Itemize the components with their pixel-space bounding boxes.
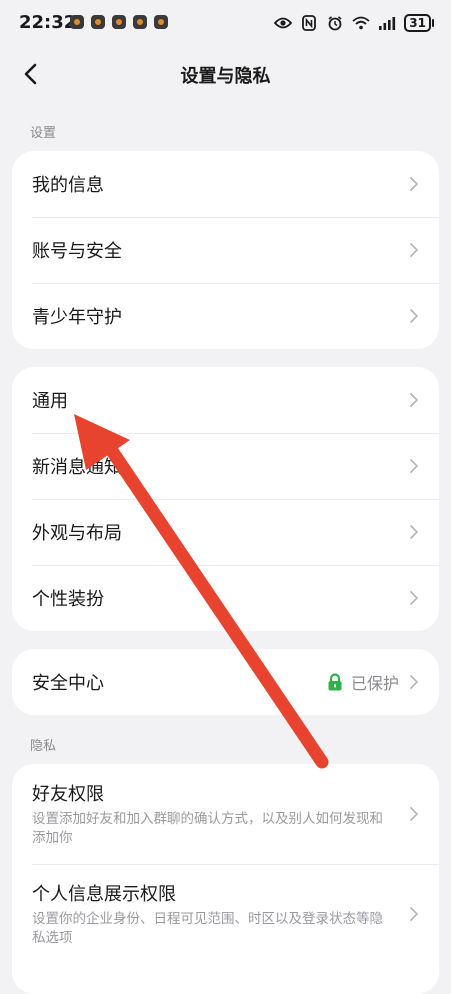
- status-text: 已保护: [350, 674, 399, 693]
- row-label: 安全中心: [32, 673, 104, 694]
- app-notification-icon: [154, 15, 168, 29]
- row-label: 我的信息: [32, 175, 104, 196]
- row-friend-permissions[interactable]: 好友权限 设置添加好友和加入群聊的确认方式，以及别人如何发现和添加你: [12, 764, 439, 864]
- row-new-message-notification[interactable]: 新消息通知: [12, 433, 439, 499]
- row-profile-visibility[interactable]: 个人信息展示权限 设置你的企业身份、日程可见范围、时区以及登录状态等隐私选项: [12, 864, 439, 964]
- settings-card-security-center: 安全中心 已保护: [12, 649, 439, 715]
- lock-icon: [328, 673, 342, 691]
- chevron-right-icon: [410, 309, 418, 323]
- settings-card-privacy: 好友权限 设置添加好友和加入群聊的确认方式，以及别人如何发现和添加你 个人信息展…: [12, 764, 439, 994]
- row-label: 通用: [32, 391, 68, 412]
- system-icons: 31: [274, 14, 434, 32]
- row-label: 好友权限: [32, 784, 104, 805]
- row-label: 外观与布局: [32, 523, 122, 544]
- status-time: 22:32: [19, 12, 77, 33]
- settings-card-account: 我的信息 账号与安全 青少年守护: [12, 151, 439, 349]
- row-my-info[interactable]: 我的信息: [12, 151, 439, 217]
- chevron-right-icon: [410, 807, 418, 821]
- chevron-right-icon: [410, 907, 418, 921]
- header: 设置与隐私: [0, 48, 451, 100]
- row-general[interactable]: 通用: [12, 367, 439, 433]
- eye-icon: [274, 17, 293, 29]
- section-label-privacy: 隐私: [30, 739, 57, 754]
- battery-indicator: 31: [404, 14, 434, 32]
- chevron-right-icon: [410, 591, 418, 605]
- notification-icons: [70, 15, 168, 29]
- row-personal-theme[interactable]: 个性装扮: [12, 565, 439, 631]
- app-notification-icon: [133, 15, 147, 29]
- protection-status: 已保护: [327, 670, 399, 694]
- signal-icon: [379, 17, 396, 30]
- chevron-right-icon: [410, 177, 418, 191]
- app-notification-icon: [112, 15, 126, 29]
- row-label: 个性装扮: [32, 589, 104, 610]
- chevron-right-icon: [410, 243, 418, 257]
- nfc-icon: [302, 15, 317, 31]
- row-text: 个人信息展示权限 设置你的企业身份、日程可见范围、时区以及登录状态等隐私选项: [32, 880, 409, 948]
- row-appearance-layout[interactable]: 外观与布局: [12, 499, 439, 565]
- section-label-settings: 设置: [30, 126, 57, 141]
- row-account-security[interactable]: 账号与安全: [12, 217, 439, 283]
- row-description: 设置你的企业身份、日程可见范围、时区以及登录状态等隐私选项: [32, 911, 383, 946]
- row-text: 好友权限 设置添加好友和加入群聊的确认方式，以及别人如何发现和添加你: [32, 780, 409, 848]
- app-notification-icon: [70, 15, 84, 29]
- chevron-right-icon: [410, 459, 418, 473]
- chevron-right-icon: [410, 393, 418, 407]
- row-description: 设置添加好友和加入群聊的确认方式，以及别人如何发现和添加你: [32, 811, 383, 846]
- page-title: 设置与隐私: [180, 66, 271, 87]
- wifi-icon: [352, 16, 370, 30]
- settings-card-general: 通用 新消息通知 外观与布局 个性装扮: [12, 367, 439, 631]
- row-label: 青少年守护: [32, 307, 122, 328]
- app-notification-icon: [91, 15, 105, 29]
- row-youth-protection[interactable]: 青少年守护: [12, 283, 439, 349]
- chevron-right-icon: [410, 525, 418, 539]
- row-label: 新消息通知: [32, 457, 122, 478]
- alarm-icon: [328, 16, 342, 31]
- row-security-center[interactable]: 安全中心 已保护: [12, 649, 439, 715]
- status-bar: 22:32 31: [0, 0, 451, 48]
- chevron-right-icon: [410, 675, 418, 689]
- row-label: 账号与安全: [32, 241, 122, 262]
- row-label: 个人信息展示权限: [32, 884, 176, 905]
